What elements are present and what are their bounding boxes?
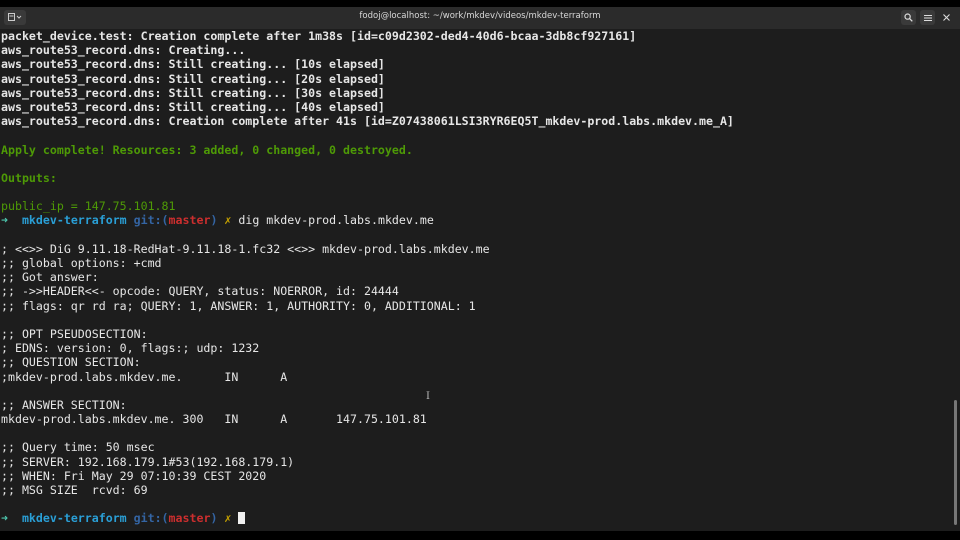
terminal-line: aws_route53_record.dns: Still creating..… <box>1 85 385 100</box>
terminal-line: aws_route53_record.dns: Still creating..… <box>1 71 385 86</box>
dig-line: ;; ANSWER SECTION: <box>1 397 127 412</box>
dig-line: ; <<>> DiG 9.11.18-RedHat-9.11.18-1.fc32… <box>1 241 490 256</box>
dig-line: ;; flags: qr rd ra; QUERY: 1, ANSWER: 1,… <box>1 298 476 313</box>
shell-prompt[interactable]: ➜ mkdev-terraform git:(master) ✗ <box>1 511 734 525</box>
prompt-git-close: ) <box>210 213 218 228</box>
dig-line: ;mkdev-prod.labs.mkdev.me. IN A <box>1 369 288 384</box>
prompt-directory: mkdev-terraform <box>21 213 127 228</box>
terminal-output[interactable]: packet_device.test: Creation complete af… <box>0 29 952 531</box>
title-bar: fodoj@localhost: ~/work/mkdev/videos/mkd… <box>0 7 960 30</box>
hamburger-menu-icon <box>923 14 932 21</box>
prompt-git-close: ) <box>210 511 218 526</box>
dig-line: ;; SERVER: 192.168.179.1#53(192.168.179.… <box>1 454 295 469</box>
prompt-arrow-icon: ➜ <box>1 511 8 526</box>
terminal-line: packet_device.test: Creation complete af… <box>1 29 637 43</box>
prompt-branch: master <box>168 213 211 228</box>
dig-line: ;; OPT PSEUDOSECTION: <box>1 326 148 341</box>
prompt-branch: master <box>168 511 211 526</box>
dig-line: ;; WHEN: Fri May 29 07:10:39 CEST 2020 <box>1 468 267 483</box>
dig-line: ; EDNS: version: 0, flags:; udp: 1232 <box>1 341 260 356</box>
terminal-line: aws_route53_record.dns: Creation complet… <box>1 114 734 129</box>
terminal-line: aws_route53_record.dns: Still creating..… <box>1 99 385 114</box>
close-button[interactable] <box>939 10 954 25</box>
search-button[interactable] <box>901 10 916 25</box>
scrollbar[interactable] <box>952 29 960 531</box>
text-cursor <box>238 512 246 525</box>
dig-line: ;; global options: +cmd <box>1 256 162 270</box>
prompt-arrow-icon: ➜ <box>1 213 8 228</box>
terminal-line: aws_route53_record.dns: Creating... <box>1 43 246 58</box>
shell-prompt: ➜ mkdev-terraform git:(master) ✗ dig mkd… <box>1 213 734 227</box>
dig-line: ;; MSG SIZE rcvd: 69 <box>1 483 148 497</box>
outputs-header: Outputs: <box>1 170 57 185</box>
prompt-git-label: git:( <box>133 511 169 526</box>
dig-line: ;; Got answer: <box>1 270 99 285</box>
terminal-window: fodoj@localhost: ~/work/mkdev/videos/mkd… <box>0 0 960 540</box>
prompt-dirty-icon: ✗ <box>224 511 232 526</box>
dig-line: ;; Query time: 50 msec <box>1 440 155 455</box>
dig-output: ; <<>> DiG 9.11.18-RedHat-9.11.18-1.fc32… <box>1 242 734 497</box>
dig-line: ;; QUESTION SECTION: <box>1 355 141 370</box>
prompt-command: dig mkdev-prod.labs.mkdev.me <box>238 213 434 228</box>
search-icon <box>904 13 913 22</box>
apply-complete-line: Apply complete! Resources: 3 added, 0 ch… <box>1 142 413 157</box>
terminal-line: aws_route53_record.dns: Still creating..… <box>1 57 385 72</box>
scrollbar-thumb[interactable] <box>954 400 957 525</box>
menu-button[interactable] <box>920 10 935 25</box>
mouse-ibeam-icon: I <box>426 391 430 402</box>
dig-line: ;; ->>HEADER<<- opcode: QUERY, status: N… <box>1 284 399 299</box>
prompt-git-label: git:( <box>133 213 169 228</box>
window-title: fodoj@localhost: ~/work/mkdev/videos/mkd… <box>359 11 601 21</box>
dig-line: mkdev-prod.labs.mkdev.me. 300 IN A 147.7… <box>1 412 427 427</box>
close-icon <box>943 14 950 21</box>
prompt-directory: mkdev-terraform <box>21 511 127 526</box>
output-public-ip: public_ip = 147.75.101.81 <box>1 199 176 214</box>
prompt-dirty-icon: ✗ <box>224 213 232 228</box>
